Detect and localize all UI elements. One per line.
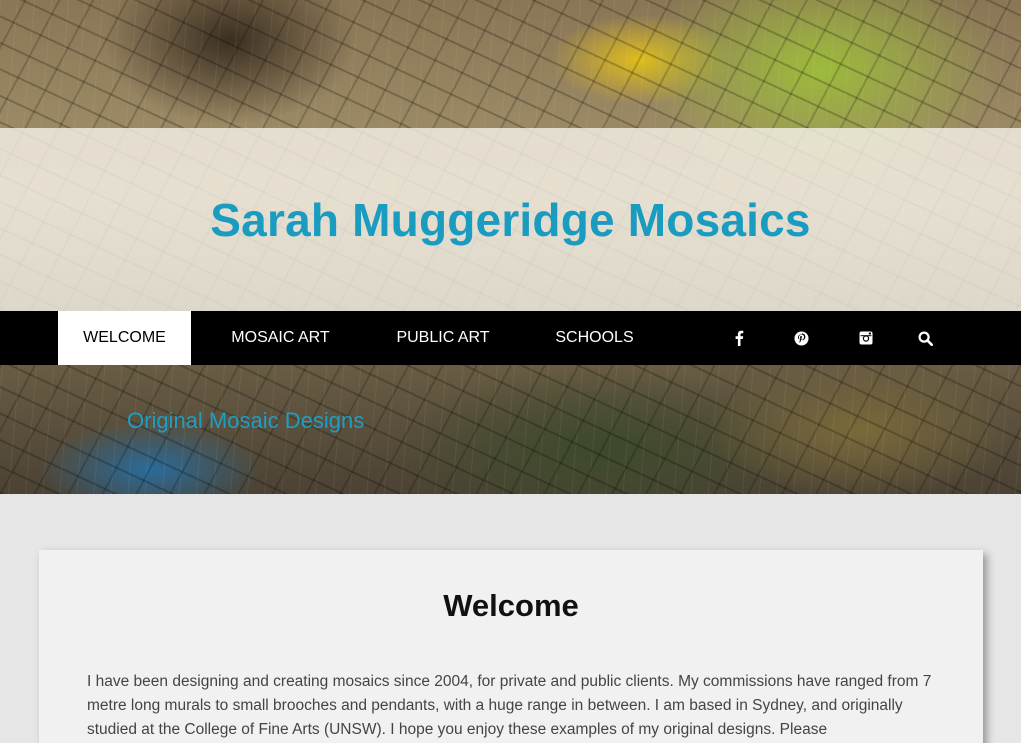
pinterest-icon[interactable] — [786, 311, 816, 365]
facebook-icon[interactable] — [724, 311, 754, 365]
nav-item-public-art[interactable]: PUBLIC ART — [378, 311, 508, 365]
main-navigation: WELCOME MOSAIC ART PUBLIC ART SCHOOLS — [0, 311, 1021, 365]
nav-item-welcome[interactable]: WELCOME — [58, 311, 191, 365]
nav-item-schools[interactable]: SCHOOLS — [537, 311, 652, 365]
site-tagline: Original Mosaic Designs — [127, 408, 365, 433]
instagram-icon[interactable] — [851, 311, 881, 365]
search-icon[interactable] — [910, 311, 940, 365]
welcome-card: Welcome I have been designing and creati… — [39, 550, 983, 743]
nav-item-mosaic-art[interactable]: MOSAIC ART — [214, 311, 347, 365]
site-title[interactable]: Sarah Muggeridge Mosaics — [0, 193, 1021, 247]
welcome-paragraph: I have been designing and creating mosai… — [87, 673, 932, 738]
page-heading: Welcome — [443, 588, 579, 623]
